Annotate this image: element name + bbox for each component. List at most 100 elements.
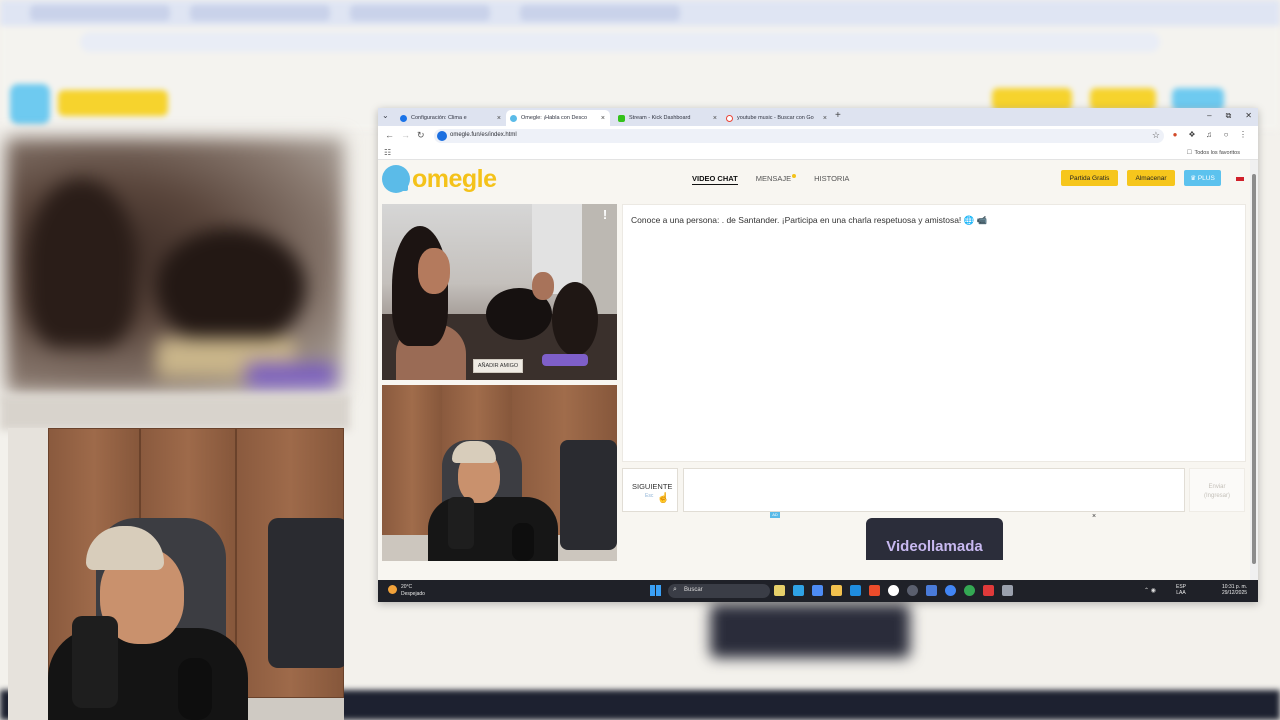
video-chair xyxy=(560,440,617,550)
app-icon[interactable] xyxy=(945,585,956,596)
videocall-banner[interactable]: Videollamada xyxy=(866,518,1003,560)
folder-icon[interactable] xyxy=(831,585,842,596)
free-game-button[interactable]: Partida Gratis xyxy=(1061,170,1118,186)
extension-icon[interactable]: ● xyxy=(1171,130,1179,139)
tray-icons[interactable]: ⌃ ◉ xyxy=(1144,587,1156,594)
tab-label: Omegle: ¡Habla con Desco xyxy=(521,115,588,121)
tab-settings[interactable]: Configuración: Clima e × xyxy=(396,110,506,126)
send-button[interactable]: Enviar (Ingresar) xyxy=(1189,468,1245,512)
scrollbar-thumb[interactable] xyxy=(1252,174,1256,564)
kebab-menu-icon[interactable]: ⋮ xyxy=(1239,130,1247,139)
restore-icon[interactable]: ⧉ xyxy=(1226,111,1232,121)
store-button[interactable]: Almacenar xyxy=(1127,170,1175,186)
chat-log: Conoce a una persona: . de Santander. ¡P… xyxy=(622,204,1246,462)
next-shortcut: Esc xyxy=(645,493,654,499)
tab-label: Configuración: Clima e xyxy=(411,115,467,121)
url-text: omegle.fun/es/index.html xyxy=(450,132,517,138)
site-info-icon[interactable] xyxy=(437,131,447,141)
app-icon[interactable] xyxy=(1002,585,1013,596)
edge-icon[interactable] xyxy=(850,585,861,596)
blurred-logo xyxy=(10,84,170,124)
new-tab-plus-icon[interactable]: + xyxy=(835,110,841,121)
blurred-button xyxy=(992,88,1072,110)
message-input[interactable] xyxy=(683,468,1185,512)
taskbar-search-label: Buscar xyxy=(684,587,703,593)
close-icon[interactable]: × xyxy=(823,115,827,122)
omegle-logo[interactable]: omegle xyxy=(382,165,497,193)
minimize-icon[interactable]: – xyxy=(1207,111,1211,121)
taskbar-search[interactable]: ⌕ Buscar xyxy=(668,584,770,598)
kick-icon xyxy=(618,114,625,122)
plus-button[interactable]: ♛ PLUS xyxy=(1184,170,1221,186)
stranger-video: ! AÑADIR AMIGO xyxy=(382,204,617,380)
nav-messages[interactable]: MENSAJE xyxy=(756,174,797,185)
tab-kick-dashboard[interactable]: Stream - Kick Dashboard × xyxy=(614,110,722,126)
video-phone xyxy=(542,354,588,366)
ad-badge: AD xyxy=(770,512,780,518)
app-icon[interactable] xyxy=(907,585,918,596)
omegle-page: omegle VIDEO CHAT MENSAJE HISTORIA Parti… xyxy=(378,160,1250,580)
bookmark-star-icon[interactable]: ☆ xyxy=(1152,130,1160,141)
tab-omegle[interactable]: Omegle: ¡Habla con Desco × xyxy=(506,110,610,126)
profile-icon[interactable]: ○ xyxy=(1222,130,1230,139)
close-icon[interactable]: × xyxy=(601,115,605,122)
nav-video-chat[interactable]: VIDEO CHAT xyxy=(692,174,738,185)
app-icon[interactable] xyxy=(888,585,899,596)
mail-icon[interactable] xyxy=(926,585,937,596)
blurred-tab xyxy=(30,5,170,21)
webcam-chair xyxy=(268,518,344,668)
video-person-face xyxy=(418,248,450,294)
language-indicator[interactable]: ESP LAA xyxy=(1176,584,1186,596)
weather-temp: 20°C xyxy=(401,584,413,590)
next-button[interactable]: SIGUIENTE Esc ☝ xyxy=(622,468,678,512)
webcam-wall xyxy=(8,428,48,720)
lang-layout: LAA xyxy=(1176,590,1186,596)
window-controls: – ⧉ ✕ xyxy=(1207,111,1252,121)
reload-icon[interactable]: ↻ xyxy=(417,130,425,141)
nav-history[interactable]: HISTORIA xyxy=(814,174,849,185)
app-icon[interactable] xyxy=(774,585,785,596)
ad-close-icon[interactable]: × xyxy=(1092,513,1096,520)
puzzle-icon[interactable]: ❖ xyxy=(1188,130,1196,139)
tab-bar: ⌄ Configuración: Clima e × Omegle: ¡Habl… xyxy=(378,108,1258,126)
main-nav: VIDEO CHAT MENSAJE HISTORIA xyxy=(692,174,849,185)
blurred-divider xyxy=(0,395,350,430)
address-bar[interactable]: omegle.fun/es/index.html ☆ xyxy=(434,129,1164,143)
browser-toolbar: ← → ↻ omegle.fun/es/index.html ☆ ● ❖ ♫ ○… xyxy=(378,126,1258,146)
blurred-tabstrip xyxy=(0,0,1280,26)
app-icon[interactable] xyxy=(812,585,823,596)
forward-arrow-icon[interactable]: → xyxy=(401,130,410,140)
close-icon[interactable]: × xyxy=(713,115,717,122)
page-scrollbar[interactable] xyxy=(1250,160,1258,580)
video-cup xyxy=(448,497,474,549)
toolbar-extensions: ● ❖ ♫ ○ ⋮ xyxy=(1171,130,1247,139)
blurred-stranger-video xyxy=(6,138,344,393)
report-icon[interactable]: ! xyxy=(601,208,609,222)
search-icon: ⌕ xyxy=(673,586,677,593)
copilot-icon[interactable] xyxy=(793,585,804,596)
blurred-tab xyxy=(190,5,330,21)
language-flag-icon[interactable] xyxy=(1236,177,1244,181)
chrome-icon[interactable] xyxy=(964,585,975,596)
clock[interactable]: 10:31 p. m. 29/12/2025 xyxy=(1222,584,1247,596)
blurred-tab xyxy=(350,5,490,21)
close-window-icon[interactable]: ✕ xyxy=(1245,111,1252,121)
tab-google-search[interactable]: youtube music - Buscar con Go × xyxy=(722,110,832,126)
apps-grid-icon[interactable]: ☷ xyxy=(384,148,391,157)
app-icon[interactable] xyxy=(983,585,994,596)
close-icon[interactable]: × xyxy=(497,115,501,122)
google-icon xyxy=(726,114,733,122)
all-bookmarks-folder[interactable]: Todos los favoritos xyxy=(1187,149,1240,156)
add-friend-button[interactable]: AÑADIR AMIGO xyxy=(473,359,523,373)
logo-text: omegle xyxy=(412,164,497,193)
back-arrow-icon[interactable]: ← xyxy=(385,130,394,140)
video-person-face xyxy=(532,272,554,300)
tab-search-icon[interactable]: ⌄ xyxy=(382,111,389,120)
brave-icon[interactable] xyxy=(869,585,880,596)
sun-icon xyxy=(388,585,397,594)
media-icon[interactable]: ♫ xyxy=(1205,130,1213,139)
windows-start-icon[interactable] xyxy=(650,585,661,596)
bookmarks-bar: ☷ Todos los favoritos xyxy=(378,146,1258,160)
blurred-button xyxy=(1090,88,1156,110)
blurred-button xyxy=(1172,88,1224,110)
